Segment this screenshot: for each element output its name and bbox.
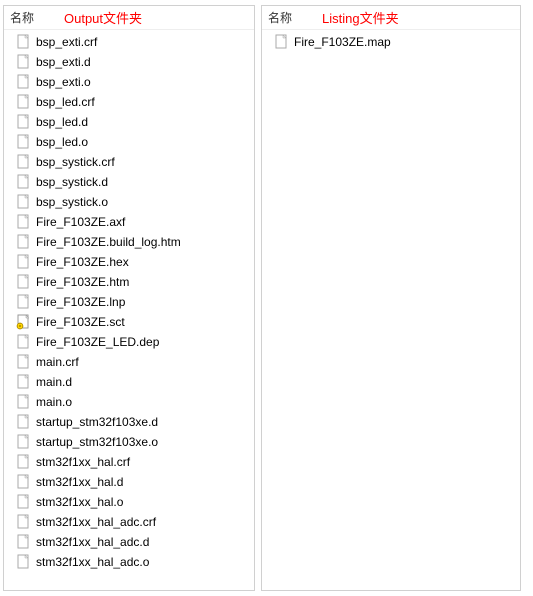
file-item[interactable]: bsp_exti.d: [4, 52, 254, 72]
file-name: Fire_F103ZE.htm: [36, 275, 129, 289]
file-item[interactable]: bsp_systick.d: [4, 172, 254, 192]
file-icon: [16, 294, 30, 310]
file-icon: [16, 334, 30, 350]
file-item[interactable]: startup_stm32f103xe.o: [4, 432, 254, 452]
listing-folder-title: Listing文件夹: [322, 8, 399, 27]
file-name: Fire_F103ZE.sct: [36, 315, 125, 329]
file-name: bsp_systick.o: [36, 195, 108, 209]
file-icon: [16, 354, 30, 370]
column-header-label: 名称: [10, 9, 34, 26]
file-icon: [16, 214, 30, 230]
file-name: stm32f1xx_hal_adc.crf: [36, 515, 156, 529]
file-name: bsp_systick.crf: [36, 155, 115, 169]
output-file-list[interactable]: bsp_exti.crf bsp_exti.d bsp_exti.o bsp_led.…: [4, 30, 254, 590]
file-icon: [16, 174, 30, 190]
file-name: Fire_F103ZE.hex: [36, 255, 129, 269]
file-icon: [16, 54, 30, 70]
file-icon: [16, 114, 30, 130]
file-icon: [16, 494, 30, 510]
file-icon: [16, 274, 30, 290]
file-icon: [16, 154, 30, 170]
file-item[interactable]: stm32f1xx_hal.crf: [4, 452, 254, 472]
file-item[interactable]: bsp_exti.o: [4, 72, 254, 92]
file-icon: [16, 434, 30, 450]
file-name: stm32f1xx_hal.d: [36, 475, 123, 489]
file-name: main.crf: [36, 355, 79, 369]
file-item[interactable]: main.o: [4, 392, 254, 412]
file-name: Fire_F103ZE.lnp: [36, 295, 125, 309]
file-icon: [16, 514, 30, 530]
file-item[interactable]: bsp_systick.o: [4, 192, 254, 212]
column-header-left[interactable]: 名称 Output文件夹: [4, 6, 254, 30]
file-item[interactable]: main.crf: [4, 352, 254, 372]
file-item[interactable]: bsp_led.d: [4, 112, 254, 132]
file-name: Fire_F103ZE.build_log.htm: [36, 235, 181, 249]
output-panel: 名称 Output文件夹 bsp_exti.crfbsp_exti.dbsp_e…: [3, 5, 255, 591]
file-item[interactable]: Fire_F103ZE.hex: [4, 252, 254, 272]
file-item[interactable]: stm32f1xx_hal_adc.d: [4, 532, 254, 552]
file-name: bsp_exti.d: [36, 55, 91, 69]
file-name: stm32f1xx_hal.o: [36, 495, 123, 509]
file-item[interactable]: Fire_F103ZE.build_log.htm: [4, 232, 254, 252]
file-item[interactable]: stm32f1xx_hal.d: [4, 472, 254, 492]
file-icon: [16, 254, 30, 270]
file-icon: [274, 34, 288, 50]
file-item[interactable]: startup_stm32f103xe.d: [4, 412, 254, 432]
file-item[interactable]: Fire_F103ZE_LED.dep: [4, 332, 254, 352]
file-name: startup_stm32f103xe.d: [36, 415, 158, 429]
file-name: bsp_led.crf: [36, 95, 95, 109]
file-item[interactable]: stm32f1xx_hal.o: [4, 492, 254, 512]
file-icon: [16, 374, 30, 390]
file-name: stm32f1xx_hal.crf: [36, 455, 130, 469]
file-item[interactable]: bsp_led.o: [4, 132, 254, 152]
file-icon: [16, 454, 30, 470]
output-folder-title: Output文件夹: [64, 8, 142, 27]
file-icon: [16, 394, 30, 410]
file-name: stm32f1xx_hal_adc.o: [36, 555, 149, 569]
file-icon: [16, 134, 30, 150]
file-name: bsp_led.d: [36, 115, 88, 129]
file-item[interactable]: stm32f1xx_hal_adc.crf: [4, 512, 254, 532]
column-header-label: 名称: [268, 9, 292, 26]
file-item[interactable]: Fire_F103ZE.axf: [4, 212, 254, 232]
file-name: Fire_F103ZE.map: [294, 35, 391, 49]
file-item[interactable]: Fire_F103ZE.map: [262, 32, 520, 52]
file-name: Fire_F103ZE.axf: [36, 215, 125, 229]
file-name: main.o: [36, 395, 72, 409]
file-name: Fire_F103ZE_LED.dep: [36, 335, 159, 349]
file-item[interactable]: Fire_F103ZE.htm: [4, 272, 254, 292]
file-item[interactable]: Fire_F103ZE.sct: [4, 312, 254, 332]
file-item[interactable]: bsp_exti.crf: [4, 32, 254, 52]
file-name: bsp_led.o: [36, 135, 88, 149]
file-name: bsp_exti.crf: [36, 35, 97, 49]
file-icon: [16, 534, 30, 550]
file-icon: [16, 554, 30, 570]
file-item[interactable]: bsp_systick.crf: [4, 152, 254, 172]
file-name: main.d: [36, 375, 72, 389]
file-item[interactable]: stm32f1xx_hal_adc.o: [4, 552, 254, 572]
file-icon: [16, 74, 30, 90]
file-name: bsp_exti.o: [36, 75, 91, 89]
file-icon: [16, 94, 30, 110]
file-item[interactable]: main.d: [4, 372, 254, 392]
file-item[interactable]: bsp_led.crf: [4, 92, 254, 112]
column-header-right[interactable]: 名称 Listing文件夹: [262, 6, 520, 30]
file-icon: [16, 34, 30, 50]
listing-file-list[interactable]: Fire_F103ZE.map: [262, 30, 520, 590]
file-icon: [16, 194, 30, 210]
file-icon: [16, 474, 30, 490]
file-name: stm32f1xx_hal_adc.d: [36, 535, 149, 549]
file-name: startup_stm32f103xe.o: [36, 435, 158, 449]
file-icon: [16, 414, 30, 430]
file-icon: [16, 234, 30, 250]
listing-panel: 名称 Listing文件夹 Fire_F103ZE.map: [261, 5, 521, 591]
file-name: bsp_systick.d: [36, 175, 108, 189]
sct-file-icon: [16, 314, 30, 330]
file-item[interactable]: Fire_F103ZE.lnp: [4, 292, 254, 312]
